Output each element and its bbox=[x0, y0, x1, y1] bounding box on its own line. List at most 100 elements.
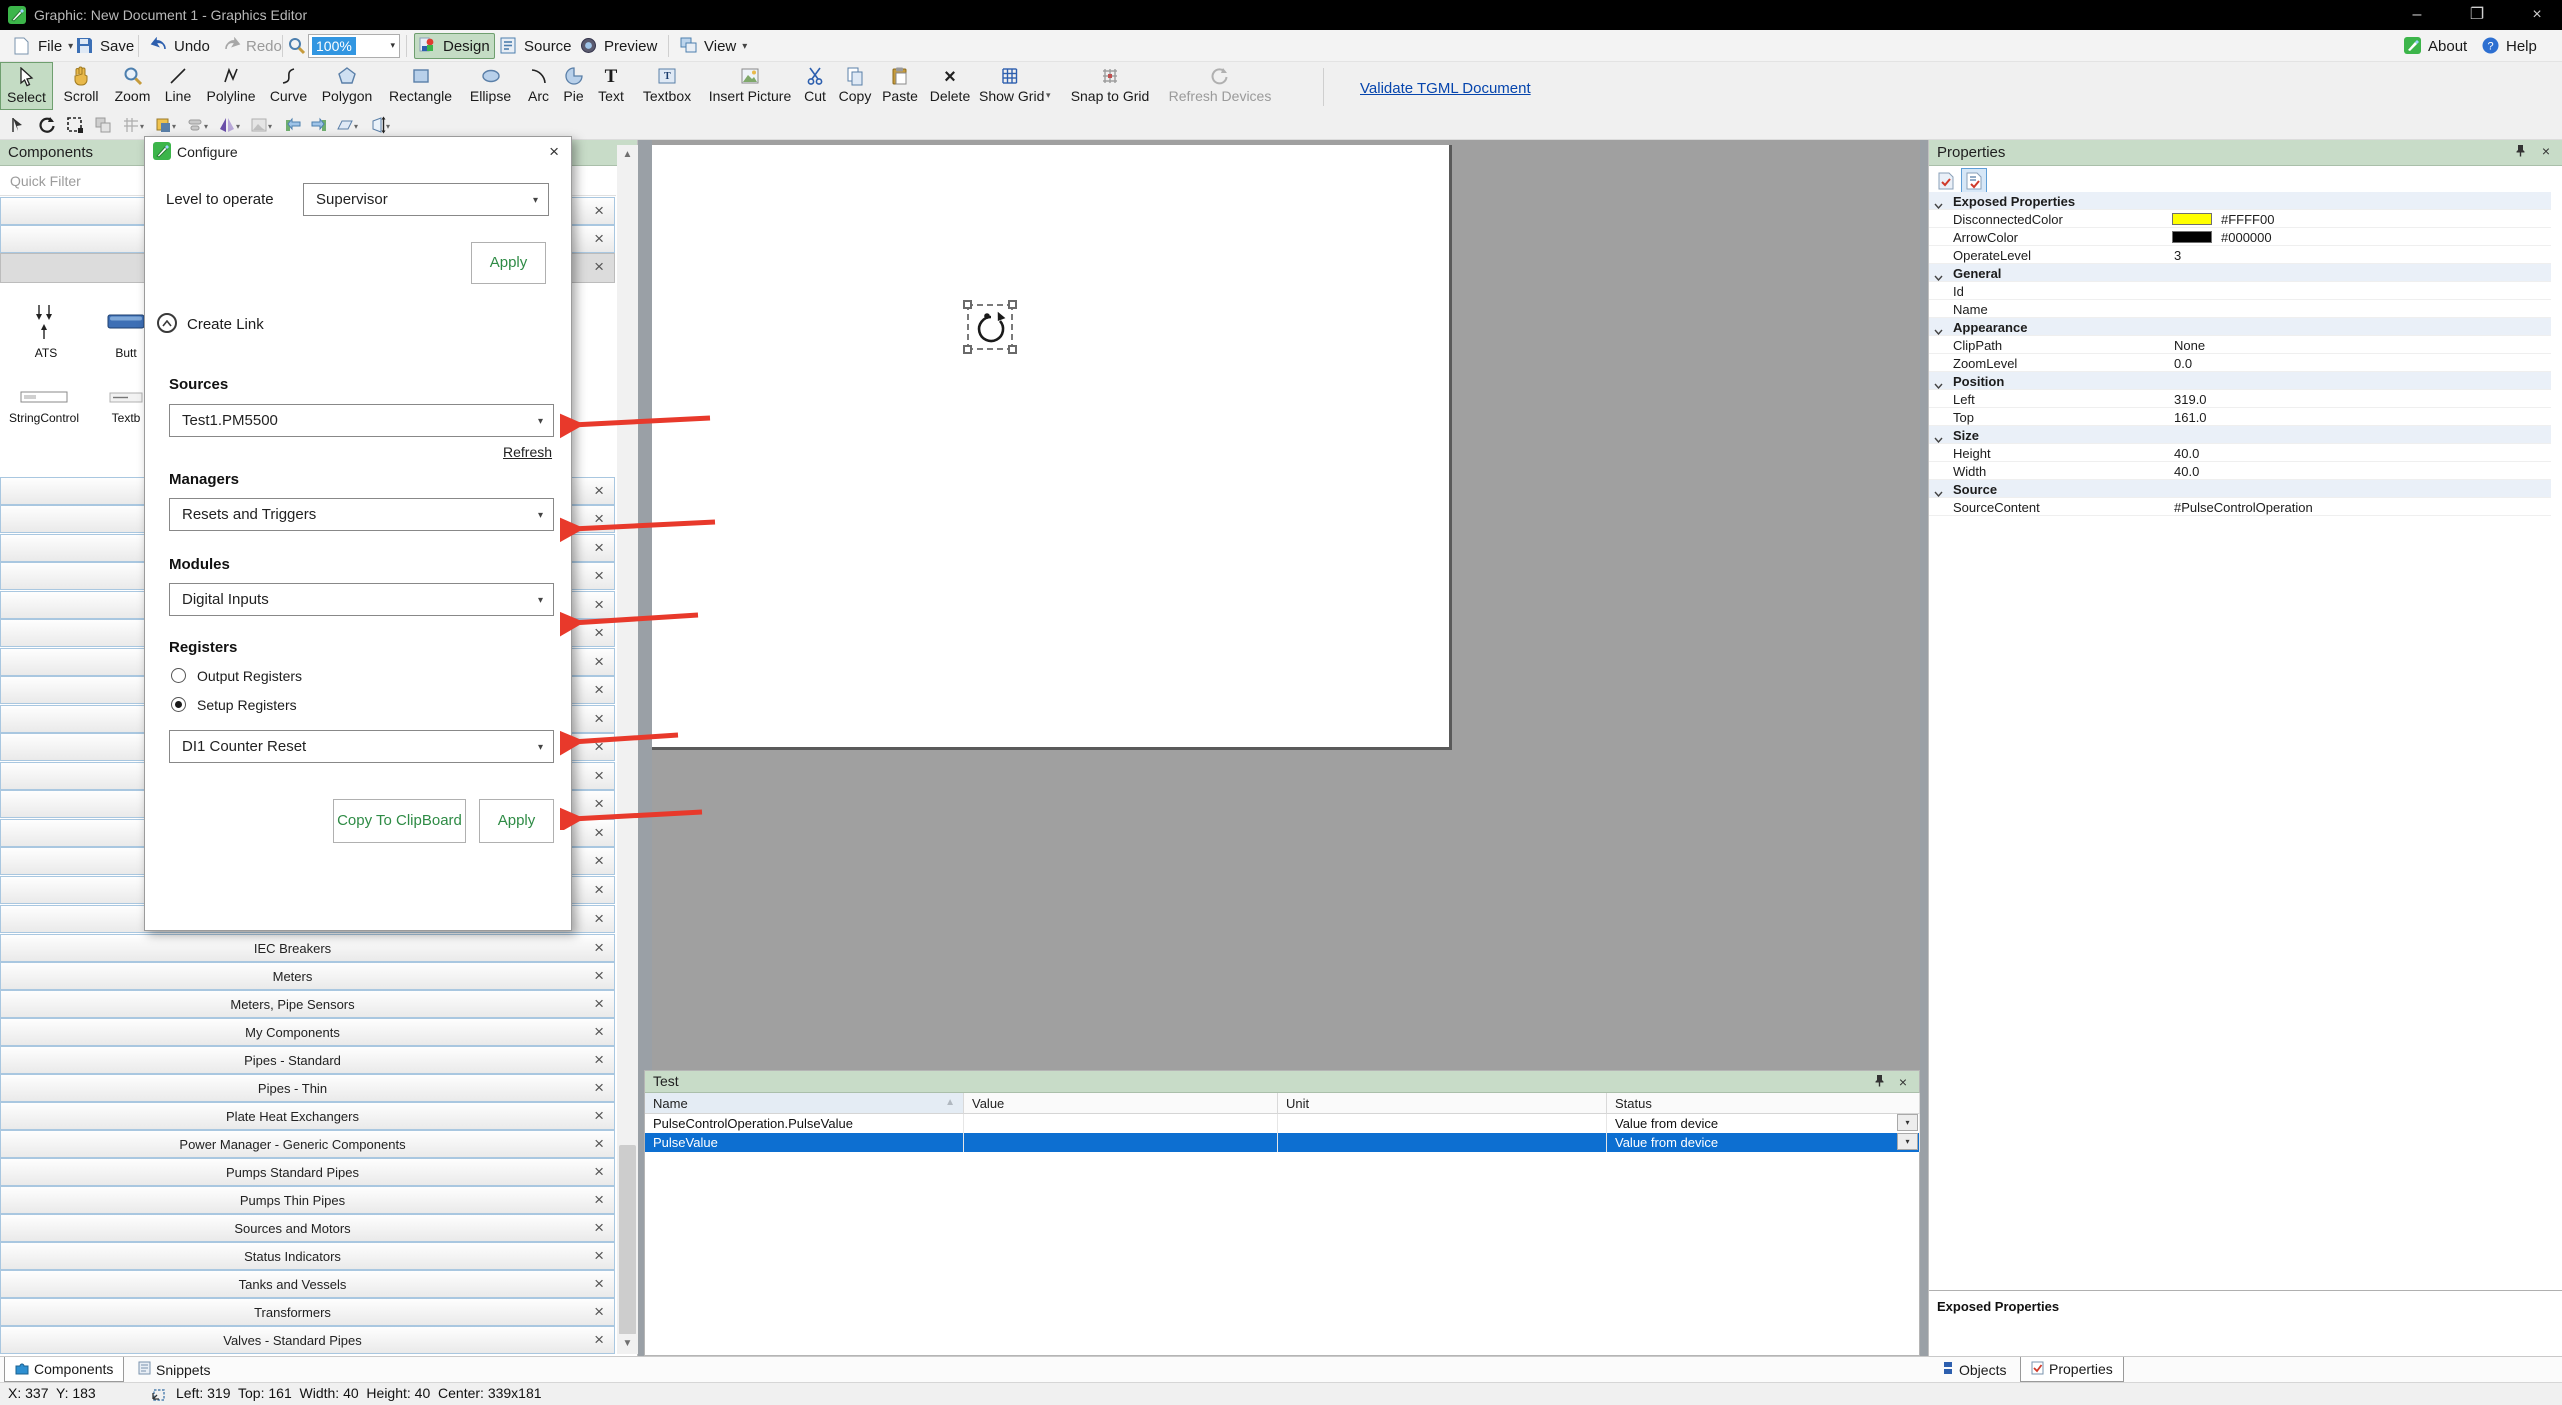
redo-button[interactable]: Redo bbox=[218, 33, 286, 59]
align-icon[interactable] bbox=[184, 114, 206, 136]
caret-icon[interactable]: ▾ bbox=[386, 122, 390, 131]
collapse-icon[interactable] bbox=[157, 313, 177, 333]
status-dropdown-button[interactable]: ▾ bbox=[1897, 1114, 1918, 1131]
property-row[interactable]: DisconnectedColor #FFFF00 bbox=[1929, 210, 2551, 228]
scrollbar-thumb[interactable] bbox=[619, 1145, 636, 1335]
close-icon[interactable]: × bbox=[594, 1218, 604, 1238]
modules-dropdown[interactable]: Digital Inputs ▾ bbox=[169, 583, 554, 616]
pulse-control-component[interactable] bbox=[971, 308, 1011, 348]
caret-icon[interactable]: ▾ bbox=[236, 122, 240, 131]
close-icon[interactable]: × bbox=[594, 481, 604, 501]
property-group[interactable]: Exposed Properties bbox=[1929, 192, 2551, 210]
category-pipes-standard[interactable]: Pipes - Standard × bbox=[0, 1046, 615, 1074]
category-plate-heat-exchangers[interactable]: Plate Heat Exchangers × bbox=[0, 1102, 615, 1130]
close-icon[interactable]: × bbox=[594, 1022, 604, 1042]
property-row[interactable]: ZoomLevel 0.0 bbox=[1929, 354, 2551, 372]
property-row[interactable]: ClipPath None bbox=[1929, 336, 2551, 354]
pin-icon[interactable] bbox=[1874, 1074, 1885, 1090]
tool-pie[interactable]: Pie bbox=[558, 62, 589, 110]
skew-icon[interactable] bbox=[334, 114, 356, 136]
tool-delete[interactable]: × Delete bbox=[924, 62, 976, 110]
component-stringcontrol[interactable]: StringControl bbox=[0, 386, 89, 425]
test-row-name[interactable]: PulseValue bbox=[645, 1133, 964, 1152]
close-button[interactable]: × bbox=[2514, 0, 2560, 30]
setup-registers-label[interactable]: Setup Registers bbox=[197, 697, 297, 713]
scroll-up-icon[interactable]: ▲ bbox=[617, 145, 638, 165]
category-transformers[interactable]: Transformers × bbox=[0, 1298, 615, 1326]
undo-button[interactable]: Undo bbox=[146, 33, 214, 59]
document-page[interactable] bbox=[652, 145, 1452, 750]
right-splitter[interactable] bbox=[1920, 140, 1928, 1356]
close-icon[interactable]: × bbox=[594, 1162, 604, 1182]
export-icon[interactable] bbox=[308, 114, 330, 136]
caret-icon[interactable]: ▾ bbox=[268, 122, 272, 131]
close-icon[interactable]: × bbox=[594, 201, 604, 221]
tool-arc[interactable]: Arc bbox=[522, 62, 555, 110]
component-ats[interactable]: ATS bbox=[1, 303, 91, 360]
category-power-manager[interactable]: Power Manager - Generic Components × bbox=[0, 1130, 615, 1158]
close-icon[interactable]: × bbox=[594, 994, 604, 1014]
flip-icon[interactable] bbox=[216, 114, 238, 136]
sources-dropdown[interactable]: Test1.PM5500 ▾ bbox=[169, 404, 554, 437]
property-row[interactable]: Height 40.0 bbox=[1929, 444, 2551, 462]
apply-level-button[interactable]: Apply bbox=[471, 242, 546, 284]
level-to-operate-dropdown[interactable]: Supervisor ▾ bbox=[303, 183, 549, 216]
toggle-show-grid[interactable]: Show Grid bbox=[979, 62, 1044, 110]
close-icon[interactable]: × bbox=[594, 794, 604, 814]
test-row-status[interactable]: Value from device ▾ bbox=[1607, 1133, 1920, 1152]
column-header-unit[interactable]: Unit bbox=[1278, 1093, 1607, 1114]
restore-button[interactable]: ❐ bbox=[2454, 0, 2500, 30]
property-row[interactable]: Name bbox=[1929, 300, 2551, 318]
design-mode-button[interactable]: Design bbox=[414, 33, 495, 59]
tool-polyline[interactable]: Polyline bbox=[200, 62, 262, 110]
close-icon[interactable]: × bbox=[2542, 143, 2550, 159]
close-icon[interactable]: × bbox=[594, 766, 604, 786]
close-icon[interactable]: × bbox=[594, 709, 604, 729]
tool-paste[interactable]: Paste bbox=[879, 62, 921, 110]
category-tanks-and-vessels[interactable]: Tanks and Vessels × bbox=[0, 1270, 615, 1298]
column-header-name[interactable]: Name ▲ bbox=[645, 1093, 964, 1114]
test-row-unit[interactable] bbox=[1278, 1133, 1607, 1152]
tool-curve[interactable]: Curve bbox=[265, 62, 312, 110]
group-icon[interactable] bbox=[92, 114, 114, 136]
close-icon[interactable]: × bbox=[594, 1246, 604, 1266]
tool-scroll[interactable]: Scroll bbox=[56, 62, 106, 110]
output-registers-label[interactable]: Output Registers bbox=[197, 668, 302, 684]
close-icon[interactable]: × bbox=[594, 538, 604, 558]
tab-snippets[interactable]: Snippets bbox=[128, 1357, 220, 1382]
test-row-value[interactable] bbox=[964, 1114, 1278, 1133]
about-button[interactable]: About bbox=[2400, 33, 2471, 59]
close-icon[interactable]: × bbox=[594, 566, 604, 586]
close-icon[interactable]: × bbox=[594, 737, 604, 757]
column-header-value[interactable]: Value bbox=[964, 1093, 1278, 1114]
close-icon[interactable]: × bbox=[594, 1302, 604, 1322]
toggle-snap-to-grid[interactable]: Snap to Grid bbox=[1064, 62, 1156, 110]
test-row-name[interactable]: PulseControlOperation.PulseValue bbox=[645, 1114, 964, 1133]
close-icon[interactable]: × bbox=[594, 823, 604, 843]
components-scrollbar[interactable]: ▲ ▼ bbox=[617, 145, 638, 1354]
property-group[interactable]: Appearance bbox=[1929, 318, 2551, 336]
close-icon[interactable]: × bbox=[594, 229, 604, 249]
tool-textbox[interactable]: T Textbox bbox=[633, 62, 701, 110]
all-properties-button[interactable] bbox=[1961, 168, 1987, 194]
close-icon[interactable]: × bbox=[594, 257, 604, 277]
refresh-devices-button[interactable]: Refresh Devices bbox=[1164, 62, 1276, 110]
property-row[interactable]: Top 161.0 bbox=[1929, 408, 2551, 426]
save-button[interactable]: Save bbox=[72, 33, 138, 59]
select-flag-icon[interactable] bbox=[8, 114, 30, 136]
close-icon[interactable]: × bbox=[594, 1274, 604, 1294]
close-icon[interactable]: × bbox=[594, 1190, 604, 1210]
managers-dropdown[interactable]: Resets and Triggers ▾ bbox=[169, 498, 554, 531]
tab-components[interactable]: Components bbox=[4, 1357, 125, 1382]
tool-copy[interactable]: Copy bbox=[834, 62, 876, 110]
property-group[interactable]: General bbox=[1929, 264, 2551, 282]
status-dropdown-button[interactable]: ▾ bbox=[1897, 1133, 1918, 1150]
copy-to-clipboard-button[interactable]: Copy To ClipBoard bbox=[333, 799, 466, 843]
tool-ellipse[interactable]: Ellipse bbox=[462, 62, 519, 110]
tool-select[interactable]: Select bbox=[0, 62, 53, 110]
pin-icon[interactable] bbox=[2515, 144, 2526, 160]
setup-registers-radio[interactable] bbox=[171, 697, 186, 712]
test-row-unit[interactable] bbox=[1278, 1114, 1607, 1133]
category-valves-standard-pipes[interactable]: Valves - Standard Pipes × bbox=[0, 1326, 615, 1354]
tool-polygon[interactable]: Polygon bbox=[315, 62, 379, 110]
